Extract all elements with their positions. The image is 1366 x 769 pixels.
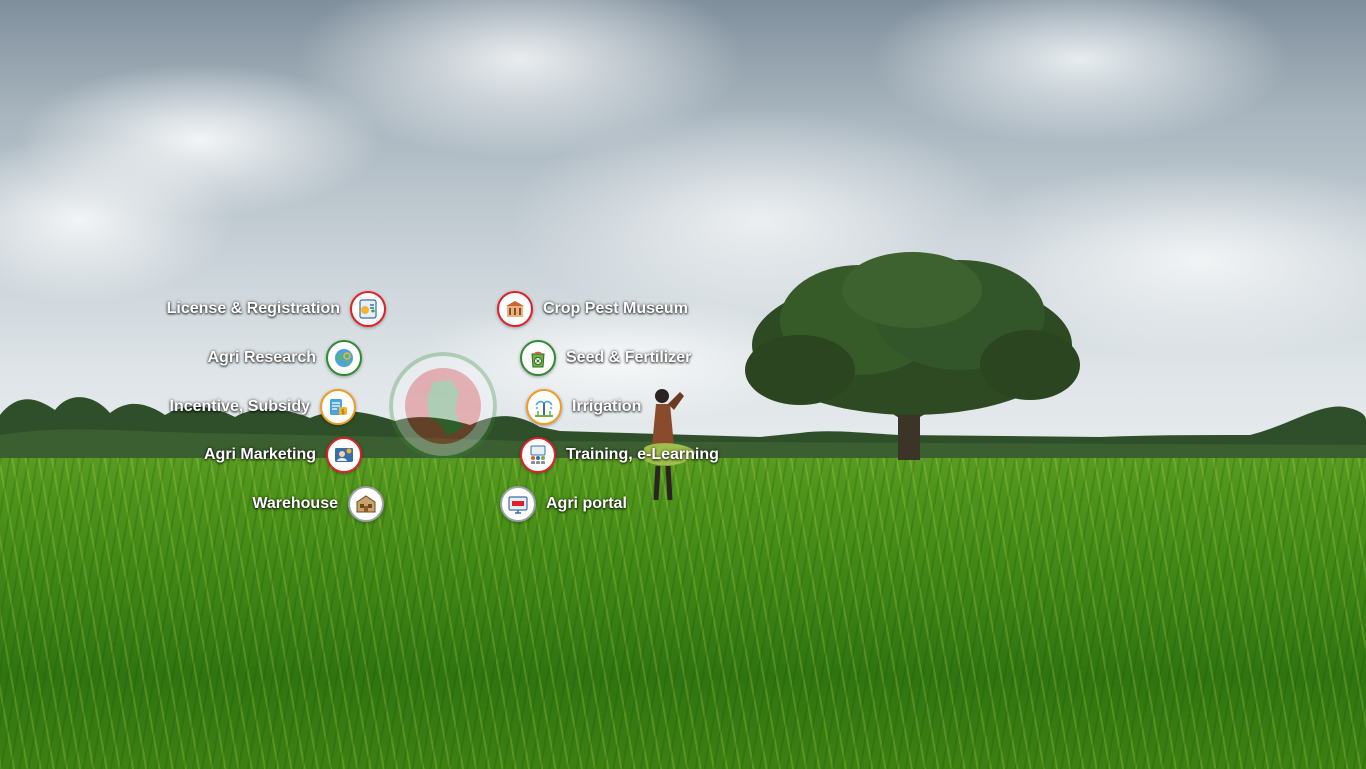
service-label: Agri portal: [546, 495, 627, 512]
crop-pest-museum-icon: [497, 291, 533, 327]
background-scene: [0, 0, 1366, 769]
seed-fertilizer-icon: [520, 340, 556, 376]
service-agri-research[interactable]: Agri Research: [207, 340, 362, 376]
service-label: Warehouse: [252, 495, 338, 512]
service-agri-marketing[interactable]: Agri Marketing: [204, 437, 362, 473]
service-label: Crop Pest Museum: [543, 300, 688, 317]
service-label: Incentive, Subsidy: [169, 398, 310, 415]
service-label: License & Registration: [166, 300, 340, 317]
large-tree-illustration: [745, 252, 1080, 460]
service-irrigation[interactable]: Irrigation: [526, 389, 641, 425]
service-label: Irrigation: [572, 398, 642, 415]
service-label: Training, e-Learning: [566, 446, 719, 463]
government-emblem-watermark: [389, 352, 497, 460]
service-crop-pest-museum[interactable]: Crop Pest Museum: [497, 291, 688, 327]
service-seed-fertilizer[interactable]: Seed & Fertilizer: [520, 340, 691, 376]
svg-text:$: $: [341, 409, 345, 416]
irrigation-icon: [526, 389, 562, 425]
service-warehouse[interactable]: Warehouse: [252, 486, 384, 522]
incentive-subsidy-icon: $: [320, 389, 356, 425]
training-elearning-icon: [520, 437, 556, 473]
agri-research-icon: [326, 340, 362, 376]
service-label: Agri Research: [207, 349, 317, 366]
service-label: Agri Marketing: [203, 446, 316, 463]
service-incentive-subsidy[interactable]: Incentive, Subsidy $: [170, 389, 356, 425]
agri-marketing-icon: [326, 437, 362, 473]
warehouse-icon: [348, 486, 384, 522]
service-license-registration[interactable]: License & Registration: [167, 291, 386, 327]
service-agri-portal[interactable]: Agri portal: [500, 486, 627, 522]
service-training-elearning[interactable]: Training, e-Learning: [520, 437, 719, 473]
rice-field: [0, 458, 1366, 769]
service-label: Seed & Fertilizer: [566, 349, 692, 366]
agri-portal-icon: [500, 486, 536, 522]
license-registration-icon: [350, 291, 386, 327]
